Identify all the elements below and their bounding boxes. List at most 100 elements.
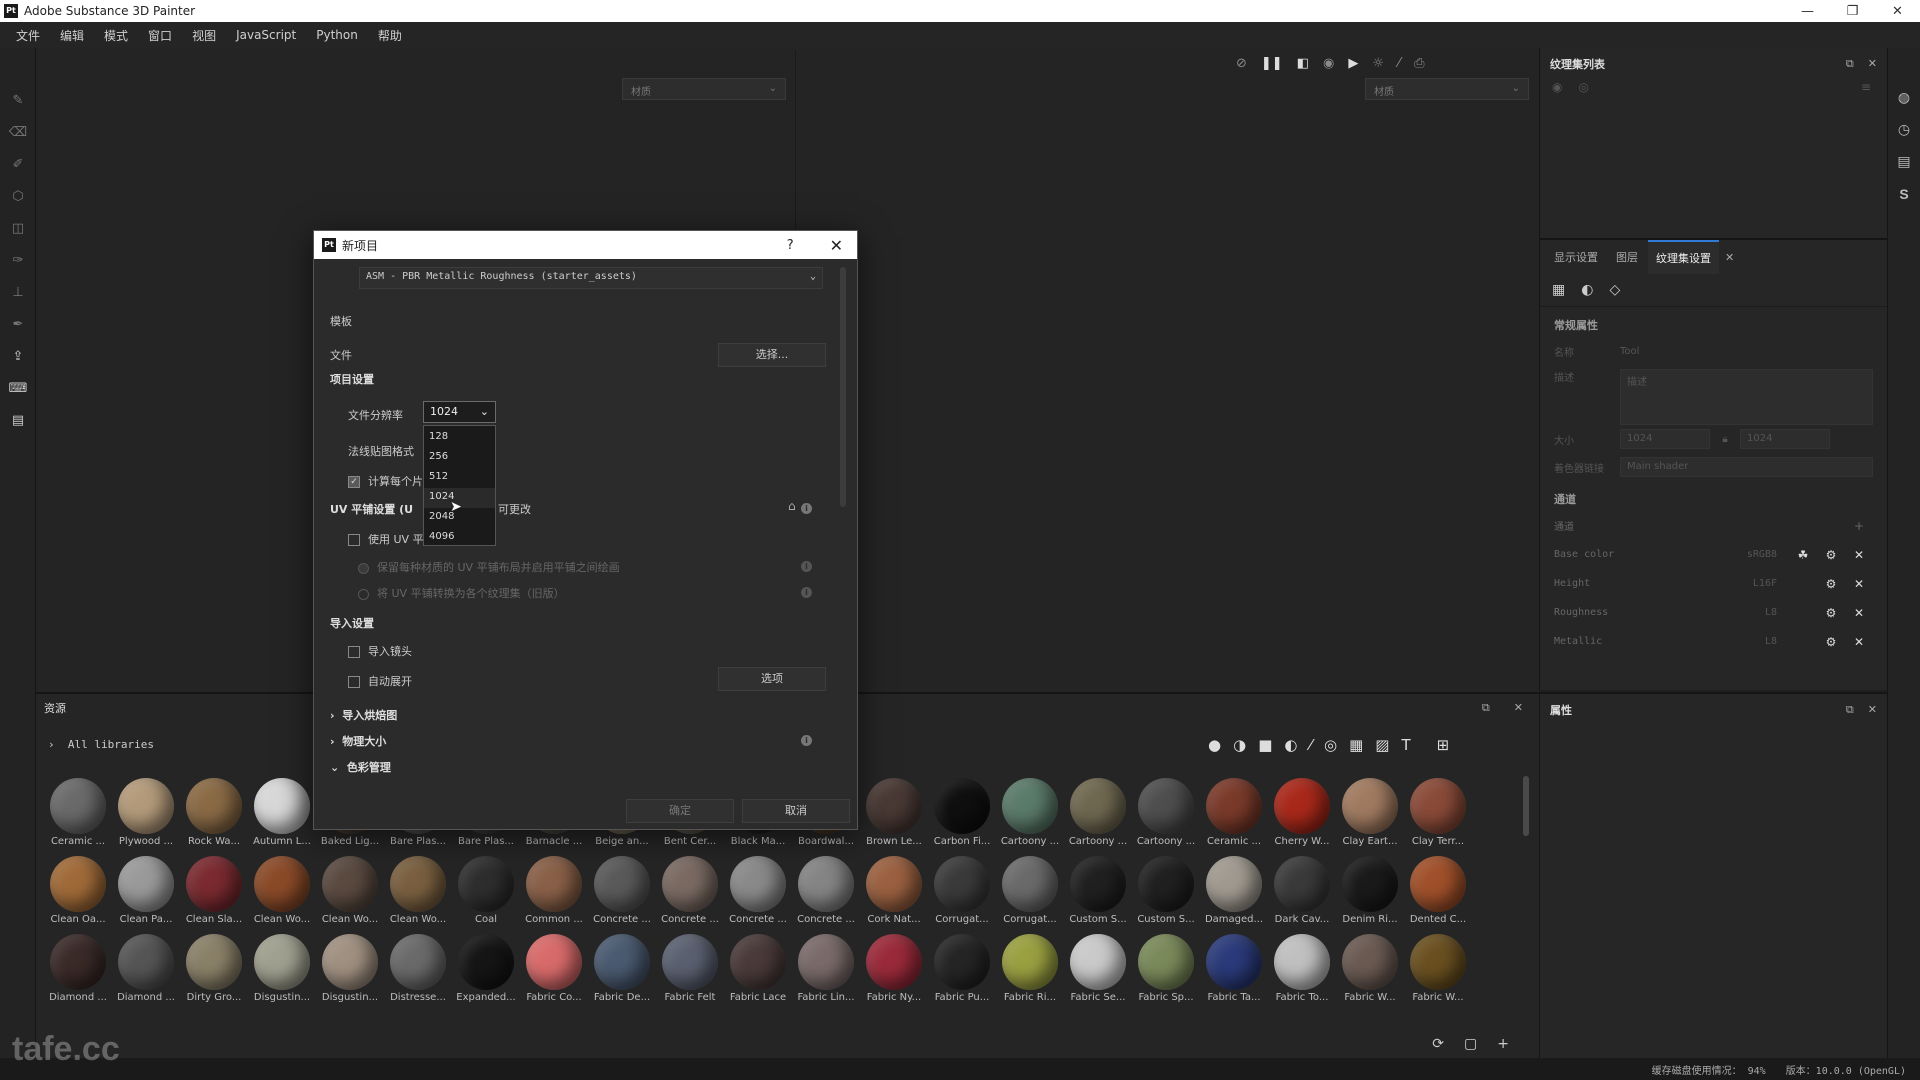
material-thumbnail[interactable]: Ceramic ... <box>1200 778 1268 856</box>
material-thumbnail[interactable]: Clean Pa... <box>112 856 180 934</box>
material-thumbnail[interactable]: Denim Ri... <box>1336 856 1404 934</box>
material-thumbnail[interactable]: Cherry W... <box>1268 778 1336 856</box>
material-thumbnail[interactable]: Expanded... <box>452 934 520 1012</box>
material-thumbnail[interactable]: Clean Sla... <box>180 856 248 934</box>
environment-icon[interactable]: ◉ <box>1323 56 1334 71</box>
size-width-select[interactable]: 1024 <box>1620 429 1710 449</box>
text-filter-icon[interactable]: T <box>1401 736 1410 754</box>
size-height-select[interactable]: 1024 <box>1740 429 1830 449</box>
material-thumbnail[interactable]: Concrete ... <box>656 856 724 934</box>
add-icon[interactable]: + <box>1497 1036 1509 1052</box>
template-select[interactable]: ASM - PBR Metallic Roughness (starter_as… <box>359 267 823 289</box>
material-thumbnail[interactable]: Diamond ... <box>44 934 112 1012</box>
material-thumbnail[interactable]: Fabric De... <box>588 934 656 1012</box>
paint-brush-icon[interactable]: ✎ <box>0 84 36 116</box>
add-channel-icon[interactable]: + <box>1845 519 1873 533</box>
shader-select[interactable]: Main shader <box>1620 457 1873 477</box>
panel-close-icon[interactable]: ✕ <box>1868 57 1877 71</box>
compute-tangent-row[interactable]: ✓ 计算每个片段 <box>348 473 428 489</box>
screenshot-icon[interactable]: ⎙ <box>1414 56 1424 71</box>
viewport-right-material-select[interactable]: 材质 ⌄ <box>1365 78 1529 100</box>
lock-icon[interactable]: 🔒︎ <box>1710 434 1740 445</box>
resolution-option[interactable]: 4096 <box>424 528 495 548</box>
stamp-icon[interactable]: ⊥ <box>0 276 36 308</box>
material-thumbnail[interactable]: Coal <box>452 856 520 934</box>
material-thumbnail[interactable]: Corrugat... <box>928 856 996 934</box>
refresh-icon[interactable]: ⟳ <box>1432 1036 1444 1052</box>
substance-icon[interactable]: S <box>1888 178 1920 210</box>
material-thumbnail[interactable]: Fabric Ny... <box>860 934 928 1012</box>
tab-display-settings[interactable]: 显示设置 <box>1546 241 1606 273</box>
resolution-select[interactable]: 1024 ⌄ <box>423 401 496 423</box>
hide-icon[interactable]: ⊘ <box>1236 56 1247 71</box>
use-uv-tile-row[interactable]: 使用 UV 平铺 <box>348 531 428 547</box>
close-window-button[interactable]: ✕ <box>1875 4 1920 19</box>
clone-icon[interactable]: ◫ <box>0 212 36 244</box>
material-thumbnail[interactable]: Fabric Felt <box>656 934 724 1012</box>
description-field[interactable]: 描述 <box>1620 369 1873 425</box>
ok-button[interactable]: 确定 <box>626 799 734 823</box>
dialog-scrollbar[interactable] <box>840 267 846 507</box>
material-thumbnail[interactable]: Clean Wo... <box>384 856 452 934</box>
eye-icon[interactable]: ◎ <box>1578 80 1588 94</box>
material-thumbnail[interactable]: Brown Le... <box>860 778 928 856</box>
material-thumbnail[interactable]: Cartoony ... <box>1064 778 1132 856</box>
physical-size-section[interactable]: › 物理大小 <box>330 733 386 749</box>
material-thumbnail[interactable]: Custom S... <box>1064 856 1132 934</box>
panel-close-icon[interactable]: ✕ <box>1868 703 1877 717</box>
float-icon[interactable]: ⧉ <box>1846 57 1854 71</box>
projection-icon[interactable]: ✐ <box>0 148 36 180</box>
material-thumbnail[interactable]: Clean Wo... <box>316 856 384 934</box>
log-icon[interactable]: ▤ <box>1888 146 1920 178</box>
generator-filter-icon[interactable]: ◐ <box>1284 736 1297 754</box>
material-thumbnail[interactable]: Fabric Lin... <box>792 934 860 1012</box>
maximize-button[interactable]: ❐ <box>1830 4 1875 19</box>
uv-icon[interactable]: ◇ <box>1609 282 1620 298</box>
material-thumbnail[interactable]: Disgustin... <box>248 934 316 1012</box>
grid-view-icon[interactable]: ⊞ <box>1437 736 1450 754</box>
split-view-icon[interactable]: ◧ <box>1297 56 1309 71</box>
info-icon[interactable]: i <box>801 587 812 598</box>
gear-icon[interactable]: ⚙ <box>1817 635 1845 649</box>
eraser-icon[interactable]: ⌫ <box>0 116 36 148</box>
pause-icon[interactable]: ❚❚ <box>1261 56 1283 71</box>
resolution-option[interactable]: 256 <box>424 448 495 468</box>
brush-icon[interactable]: ⁄ <box>1398 56 1400 71</box>
material-thumbnail[interactable]: Fabric Se... <box>1064 934 1132 1012</box>
material-thumbnail[interactable]: Concrete ... <box>724 856 792 934</box>
material-thumbnail[interactable]: Fabric W... <box>1336 934 1404 1012</box>
float-icon[interactable]: ⧉ <box>1846 703 1854 717</box>
compute-checkbox[interactable]: ✓ <box>348 476 360 488</box>
library-tree[interactable]: › All libraries <box>36 734 311 758</box>
material-thumbnail[interactable]: Fabric Ri... <box>996 934 1064 1012</box>
material-thumbnail[interactable]: Corrugat... <box>996 856 1064 934</box>
gear-icon[interactable]: ⚙ <box>1817 548 1845 562</box>
material-thumbnail[interactable]: Cork Nat... <box>860 856 928 934</box>
remove-channel-icon[interactable]: ✕ <box>1845 577 1873 591</box>
menu-window[interactable]: 窗口 <box>138 27 182 44</box>
menu-help[interactable]: 帮助 <box>368 27 412 44</box>
remove-channel-icon[interactable]: ✕ <box>1845 548 1873 562</box>
radio-preserve[interactable] <box>358 562 369 574</box>
auto-unwrap-checkbox[interactable] <box>348 676 360 688</box>
uv-radio-convert[interactable]: 将 UV 平铺转换为各个纹理集（旧版） <box>358 585 565 601</box>
material-thumbnail[interactable]: Common ... <box>520 856 588 934</box>
brush-filter-icon[interactable]: ⁄ <box>1309 736 1312 754</box>
material-thumbnail[interactable]: Cartoony ... <box>996 778 1064 856</box>
tab-texture-set-settings[interactable]: 纹理集设置 <box>1648 240 1719 274</box>
import-cameras-row[interactable]: 导入镜头 <box>348 643 412 659</box>
resolution-option[interactable]: 128 <box>424 428 495 448</box>
smudge-icon[interactable]: ✑ <box>0 244 36 276</box>
viewport-left-material-select[interactable]: 材质 ⌄ <box>622 78 786 100</box>
material-thumbnail[interactable]: Damaged... <box>1200 856 1268 934</box>
material-thumbnail[interactable]: Dark Cav... <box>1268 856 1336 934</box>
menu-file[interactable]: 文件 <box>6 27 50 44</box>
material-thumbnail[interactable]: Custom S... <box>1132 856 1200 934</box>
material-thumbnail[interactable]: Concrete ... <box>588 856 656 934</box>
gear-icon[interactable]: ⚙ <box>1817 577 1845 591</box>
camera-icon[interactable]: ▶ <box>1348 56 1358 71</box>
menu-javascript[interactable]: JavaScript <box>226 28 306 42</box>
gear-icon[interactable]: ⚙ <box>1817 606 1845 620</box>
particle-filter-icon[interactable]: ◎ <box>1324 736 1337 754</box>
assets-scrollbar[interactable] <box>1523 776 1529 836</box>
